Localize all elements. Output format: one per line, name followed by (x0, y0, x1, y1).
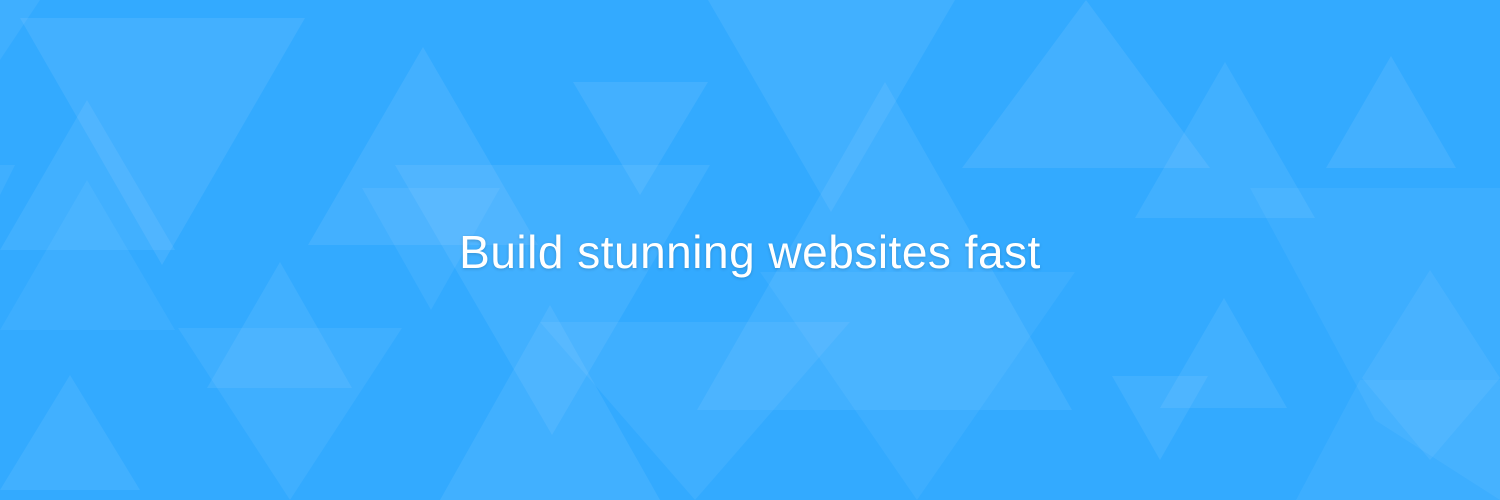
bg-triangle (1326, 56, 1456, 168)
bg-triangle (962, 0, 1210, 168)
bg-triangle (1160, 298, 1287, 408)
hero-headline: Build stunning websites fast (459, 226, 1041, 278)
bg-triangle (0, 375, 140, 490)
hero-banner: Build stunning websites fast (0, 0, 1500, 500)
bg-triangle (0, 165, 15, 195)
